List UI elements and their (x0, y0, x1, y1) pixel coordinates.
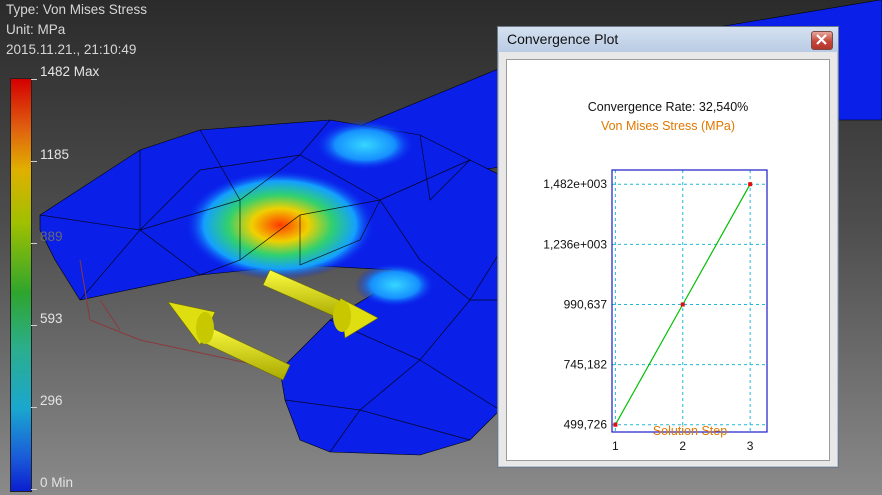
result-timestamp-text: 2015.11.21., 21:10:49 (6, 42, 137, 57)
convergence-chart: 499,726745,182990,6371,236e+0031,482e+00… (543, 169, 768, 453)
y-tick-label: 990,637 (564, 298, 608, 312)
y-tick-label: 745,182 (564, 358, 608, 372)
legend-tick (31, 489, 37, 490)
plot-frame (611, 169, 768, 433)
close-button[interactable] (811, 31, 833, 50)
x-tick-label: 2 (679, 439, 686, 453)
data-point (680, 302, 685, 307)
legend-label: 593 (40, 311, 63, 326)
result-unit-text: Unit: MPa (6, 22, 66, 37)
legend-tick (31, 161, 37, 162)
x-tick-label: 3 (747, 439, 754, 453)
legend-tick (31, 79, 37, 80)
y-tick-label: 1,236e+003 (543, 237, 607, 251)
convergence-plot-dialog: Convergence Plot Convergence Rate: 32,54… (497, 26, 839, 468)
legend-label-min: 0 Min (40, 475, 74, 490)
x-tick-label: 1 (612, 439, 619, 453)
x-axis-label: Solution Step (652, 424, 728, 438)
y-tick-label: 1,482e+003 (543, 177, 607, 191)
chart-panel: Convergence Rate: 32,540% Von Mises Stre… (506, 59, 830, 461)
dialog-titlebar[interactable]: Convergence Plot (498, 27, 838, 52)
legend-label: 1185 (40, 147, 70, 162)
legend-label: 296 (40, 393, 63, 408)
data-point (748, 182, 753, 187)
dialog-title: Convergence Plot (507, 31, 619, 47)
legend-tick (31, 407, 37, 408)
legend-tick (31, 325, 37, 326)
close-icon (816, 34, 827, 45)
chart-title: Convergence Rate: 32,540% (587, 100, 749, 114)
legend-tick (31, 243, 37, 244)
legend-label: 889 (40, 229, 63, 244)
result-type-text: Type: Von Mises Stress (6, 2, 148, 17)
color-legend-bar (10, 78, 32, 492)
legend-label-max: 1482 Max (40, 64, 100, 79)
